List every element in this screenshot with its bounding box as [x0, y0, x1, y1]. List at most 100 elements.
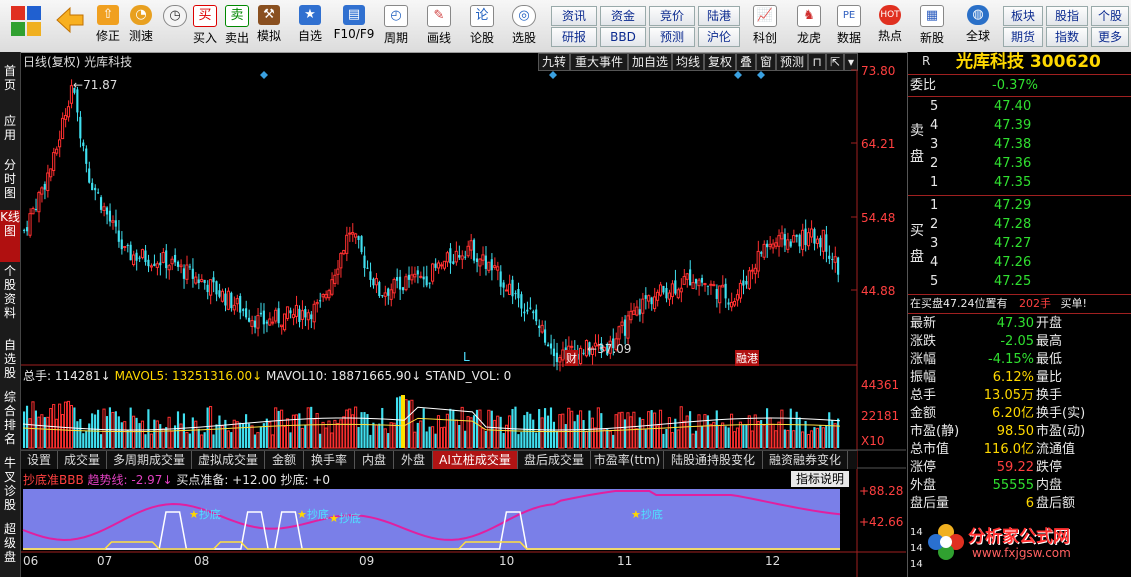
chart-area: 日线(复权) 光库科技 九转 重大事件 加自选 均线 复权 叠 窗 预测 ⊓ ⇱… [21, 52, 906, 577]
watchlist-button[interactable]: ★ 自选 [292, 3, 328, 49]
stock-select-button[interactable]: ◎ 选股 [504, 3, 544, 49]
kline-chart[interactable] [21, 52, 906, 577]
indicator-header: 抄底准BBB 趋势线: -2.97↓ 买点准备: +12.00 抄底: +0 [23, 471, 330, 488]
quick-zijin[interactable]: 资金 [600, 6, 646, 26]
tab-turnover[interactable]: 换手率 [304, 451, 355, 469]
speed-icon: ◔ [130, 5, 152, 25]
buy-order-row[interactable]: 2 47.28 [930, 216, 1130, 234]
select-icon: ◎ [512, 5, 536, 27]
quick-hulun[interactable]: 沪伦 [698, 27, 740, 47]
buy-label: 买入 [192, 31, 217, 45]
back-icon [56, 6, 84, 34]
tab-multi-volume[interactable]: 多周期成交量 [107, 451, 192, 469]
data-label: 数据 [836, 31, 861, 45]
tab-inner[interactable]: 内盘 [355, 451, 394, 469]
tab-ai-volume[interactable]: AI立桩成交量 [433, 451, 518, 469]
tab-settings[interactable]: 设置 [21, 451, 58, 469]
buy-button[interactable]: 买 买入 [190, 3, 220, 49]
app-logo[interactable] [6, 3, 46, 49]
quick-yuce[interactable]: 预测 [649, 27, 695, 47]
tab-amount[interactable]: 金额 [265, 451, 304, 469]
side-tab-profile[interactable]: 个股资料 [0, 264, 20, 320]
quick-yanbao[interactable]: 研报 [551, 27, 597, 47]
tab-margin[interactable]: 融资融券变化 [763, 451, 848, 469]
discuss-button[interactable]: 论 论股 [464, 3, 500, 49]
sell-order-row[interactable]: 4 47.39 [930, 117, 1130, 135]
side-tab-diagnose[interactable]: 牛叉诊股 [0, 456, 20, 512]
back-button[interactable] [50, 3, 90, 49]
sell-order-row[interactable]: 5 47.40 [930, 98, 1130, 116]
tab-outer[interactable]: 外盘 [394, 451, 433, 469]
hot-button[interactable]: HOT 热点 [872, 3, 908, 49]
buy-order-row[interactable]: 5 47.25 [930, 273, 1130, 291]
vol-label-1: 44361 [861, 378, 900, 392]
star-market-button[interactable]: 📈 科创 [746, 3, 784, 49]
revise-button[interactable]: ⇧ 修正 [92, 3, 124, 49]
tab-pe-ttm[interactable]: 市盈率(ttm) [591, 451, 664, 469]
indicator-trend: 趋势线: -2.97↓ [87, 473, 173, 487]
quick-bbd[interactable]: BBD [600, 27, 646, 47]
event-mark-ronggang[interactable]: 融港 [735, 350, 759, 366]
volume-header: 总手: 114281↓ MAVOL5: 13251316.00↓ MAVOL10… [23, 367, 511, 384]
sell-order-row[interactable]: 1 47.35 [930, 174, 1130, 192]
order-notice[interactable]: 在买盘47.24位置有 202手 买单! [910, 295, 1087, 313]
chaodi-mark-2: ★抄底 [297, 506, 329, 522]
quick-qihuo[interactable]: 期货 [1003, 27, 1043, 47]
new-stock-button[interactable]: ▦ 新股 [914, 3, 950, 49]
side-tab-ranking[interactable]: 综合排名 [0, 390, 20, 446]
quick-gengduo[interactable]: 更多 [1091, 27, 1129, 47]
global-button[interactable]: ◍ 全球 [958, 3, 998, 49]
event-mark-l[interactable]: L [463, 350, 470, 364]
data-button[interactable]: PE 数据 [832, 3, 866, 49]
event-mark-cai[interactable]: 财 [565, 350, 578, 366]
speed-test-button[interactable]: ◔ 测速 [126, 3, 156, 49]
side-tab-super[interactable]: 超级盘 [0, 522, 20, 564]
sell-order-row[interactable]: 3 47.38 [930, 136, 1130, 154]
vol-mavol10: MAVOL10: 18871665.90↓ [266, 369, 422, 383]
period-button[interactable]: ◴ 周期 [378, 3, 414, 49]
high-value: 71.87 [83, 78, 118, 92]
simulate-label: 模拟 [256, 29, 281, 43]
quick-gegu[interactable]: 个股 [1091, 6, 1129, 26]
timer-button[interactable]: ◷ [159, 3, 191, 49]
vol-label-2: 22181 [861, 409, 900, 423]
global-label: 全球 [965, 29, 990, 43]
sell-order-row[interactable]: 2 47.36 [930, 155, 1130, 173]
stat-row: 涨停 59.22 跌停 [910, 459, 1130, 477]
chat-icon: 论 [470, 5, 494, 27]
buy-order-row[interactable]: 3 47.27 [930, 235, 1130, 253]
dragon-tiger-button[interactable]: ♞ 龙虎 [790, 3, 828, 49]
tab-volume[interactable]: 成交量 [58, 451, 107, 469]
stat-key-2: 换手(实) [1036, 406, 1086, 421]
f10-button[interactable]: ▤ F10/F9 [332, 3, 376, 49]
tab-virtual-volume[interactable]: 虚拟成交量 [192, 451, 265, 469]
tab-connect-holdings[interactable]: 陆股通持股变化 [664, 451, 763, 469]
stat-row: 振幅 6.12% 量比 [910, 369, 1130, 387]
indicator-help-button[interactable]: 指标说明 [791, 471, 849, 487]
quick-bankuai[interactable]: 板块 [1003, 6, 1043, 26]
quick-zixun[interactable]: 资讯 [551, 6, 597, 26]
tab-after-hours[interactable]: 盘后成交量 [518, 451, 591, 469]
side-tab-home[interactable]: 首页 [0, 64, 20, 92]
side-tab-apps[interactable]: 应用 [0, 114, 20, 142]
side-tab-kline[interactable]: K线图 [0, 210, 20, 262]
side-tab-intraday[interactable]: 分时图 [0, 158, 20, 200]
sell-price: 47.40 [994, 99, 1032, 114]
stat-value: 6.20亿 [992, 406, 1034, 421]
quick-guzhi[interactable]: 股指 [1046, 6, 1088, 26]
buy-order-row[interactable]: 1 47.29 [930, 197, 1130, 215]
buy-order-row[interactable]: 4 47.26 [930, 254, 1130, 272]
weibi-label: 委比 [910, 78, 937, 93]
quick-zhishu[interactable]: 指数 [1046, 27, 1088, 47]
notice-buy: 买单! [1060, 297, 1087, 310]
main-toolbar: ⇧ 修正 ◔ 测速 ◷ 买 买入 卖 卖出 ⚒ 模拟 ★ 自选 ▤ F10/F9… [0, 0, 1131, 53]
quick-lugang[interactable]: 陆港 [698, 6, 740, 26]
simulate-button[interactable]: ⚒ 模拟 [254, 3, 284, 49]
side-tab-watchlist[interactable]: 自选股 [0, 338, 20, 380]
quote-flag: R [922, 54, 931, 68]
new-stock-label: 新股 [919, 31, 944, 45]
sell-button[interactable]: 卖 卖出 [222, 3, 252, 49]
quick-jingjia[interactable]: 竞价 [649, 6, 695, 26]
draw-line-button[interactable]: ✎ 画线 [420, 3, 458, 49]
stat-key-2: 内盘 [1036, 478, 1063, 493]
